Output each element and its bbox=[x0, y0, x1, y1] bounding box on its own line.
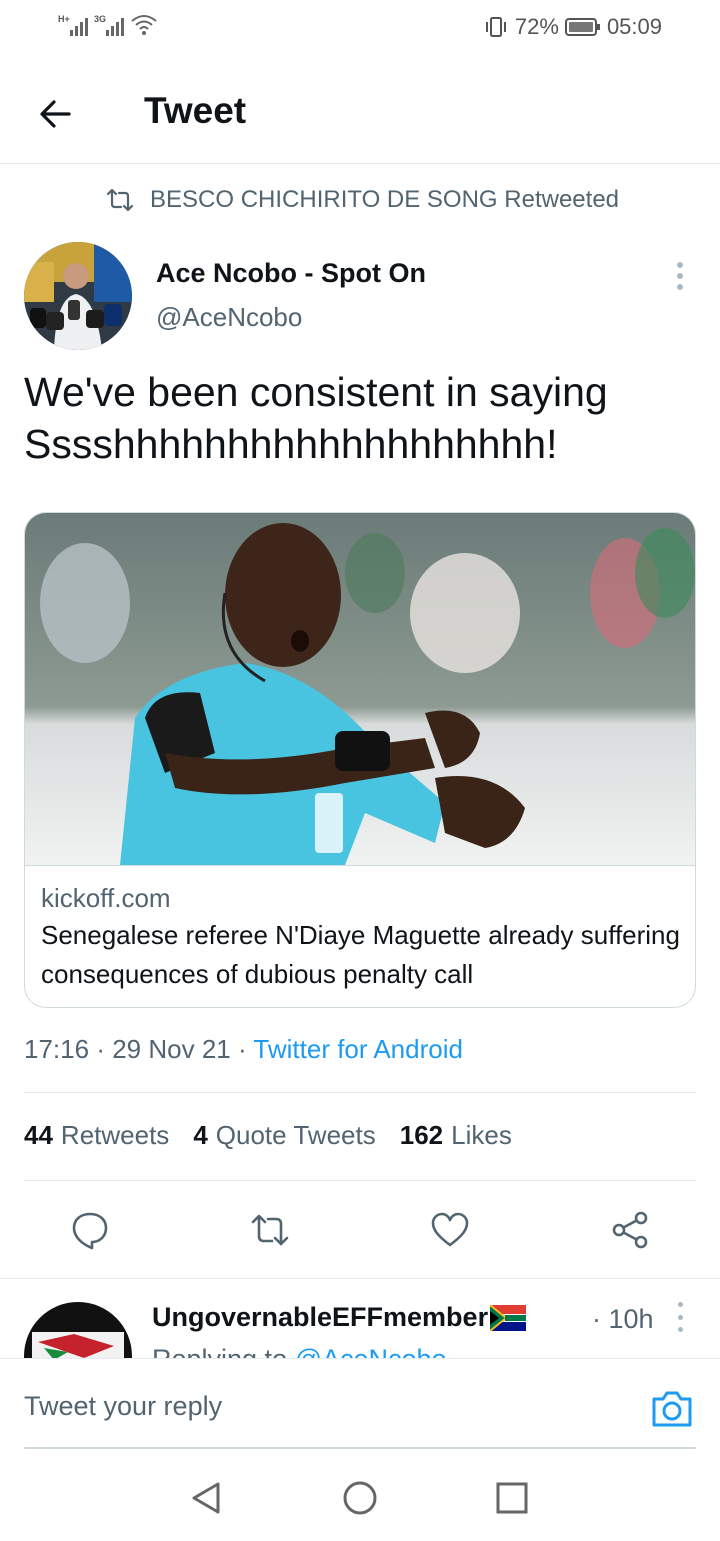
nav-back-icon[interactable] bbox=[186, 1478, 226, 1518]
likes-count: 162 bbox=[399, 1120, 444, 1150]
retweeted-by-label: BESCO CHICHIRITO DE SONG Retweeted bbox=[150, 186, 620, 213]
reply-button[interactable] bbox=[68, 1208, 112, 1252]
system-nav-bar bbox=[0, 1460, 720, 1541]
signal-3g-icon: 3G bbox=[94, 14, 124, 36]
retweet-small-icon bbox=[106, 188, 134, 212]
separator: · bbox=[96, 1034, 105, 1064]
divider bbox=[24, 1092, 696, 1093]
reply-icon bbox=[72, 1212, 108, 1250]
arrow-left-icon bbox=[40, 100, 71, 128]
camera-icon bbox=[652, 1391, 692, 1427]
status-right: 72% 05:09 bbox=[483, 14, 662, 40]
quotes-stat[interactable]: 4 Quote Tweets bbox=[193, 1120, 375, 1151]
clock: 05:09 bbox=[606, 14, 662, 39]
reply-avatar[interactable] bbox=[24, 1302, 132, 1358]
camera-button[interactable] bbox=[650, 1389, 694, 1429]
card-meta: kickoff.com Senegalese referee N'Diaye M… bbox=[25, 865, 695, 1007]
divider bbox=[0, 1278, 720, 1279]
author-handle[interactable]: @AceNcobo bbox=[156, 302, 302, 333]
nav-recents-icon[interactable] bbox=[492, 1478, 532, 1518]
retweet-button[interactable] bbox=[248, 1208, 292, 1252]
replying-prefix: Replying to bbox=[152, 1344, 295, 1358]
tweet-actions bbox=[0, 1200, 720, 1260]
tweet-stats: 44 Retweets 4 Quote Tweets 162 Likes bbox=[24, 1120, 512, 1151]
network-type-label: H+ bbox=[58, 14, 70, 24]
divider bbox=[24, 1180, 696, 1181]
likes-label: Likes bbox=[451, 1120, 512, 1150]
card-image bbox=[25, 513, 695, 865]
quotes-count: 4 bbox=[193, 1120, 208, 1150]
app-header: Tweet bbox=[0, 64, 720, 164]
network-type-label-2: 3G bbox=[94, 14, 107, 24]
reply-more-button[interactable] bbox=[672, 1302, 688, 1332]
tweet-timestamp: 17:16 · 29 Nov 21 · Twitter for Android bbox=[24, 1034, 463, 1065]
retweets-count: 44 bbox=[24, 1120, 53, 1150]
card-domain: kickoff.com bbox=[41, 883, 171, 913]
retweets-stat[interactable]: 44 Retweets bbox=[24, 1120, 169, 1151]
retweeted-by[interactable]: BESCO CHICHIRITO DE SONG Retweeted bbox=[106, 186, 619, 214]
signal-h-plus-icon: H+ bbox=[58, 14, 88, 36]
wifi-icon bbox=[131, 15, 157, 35]
back-button[interactable] bbox=[30, 89, 80, 139]
tweet-date: 29 Nov 21 bbox=[112, 1034, 231, 1064]
share-button[interactable] bbox=[608, 1208, 652, 1252]
vibrate-icon bbox=[485, 17, 506, 37]
more-dots-icon bbox=[677, 262, 683, 268]
reply-composer: Tweet your reply bbox=[0, 1358, 720, 1458]
page-title: Tweet bbox=[144, 90, 247, 131]
retweets-label: Retweets bbox=[60, 1120, 170, 1150]
nav-home-icon[interactable] bbox=[340, 1478, 380, 1518]
author-name[interactable]: Ace Ncobo - Spot On bbox=[156, 258, 426, 289]
replying-to: Replying to @AceNcobo bbox=[152, 1344, 552, 1358]
tweet-time: 17:16 bbox=[24, 1034, 90, 1064]
reply-input[interactable]: Tweet your reply bbox=[24, 1391, 222, 1422]
link-card[interactable]: kickoff.com Senegalese referee N'Diaye M… bbox=[24, 512, 696, 1008]
more-options-button[interactable] bbox=[668, 258, 692, 294]
south-africa-flag-icon bbox=[490, 1304, 527, 1331]
more-dots-icon bbox=[677, 1302, 683, 1307]
replying-to-clip: Replying to @AceNcobo bbox=[152, 1344, 552, 1358]
reply-time: · 10h bbox=[592, 1304, 654, 1334]
tweet-text: We've been consistent in saying Sssshhhh… bbox=[24, 369, 608, 467]
status-bar: H+ 3G 72% 05:09 bbox=[0, 0, 720, 56]
author-avatar[interactable] bbox=[24, 242, 132, 350]
battery-percent: 72% bbox=[514, 14, 559, 39]
quotes-label: Quote Tweets bbox=[215, 1120, 376, 1150]
share-icon bbox=[612, 1211, 648, 1249]
tweet-source-link[interactable]: Twitter for Android bbox=[253, 1034, 463, 1064]
battery-icon bbox=[564, 18, 600, 36]
reply-avatar-image bbox=[24, 1302, 132, 1358]
card-title: Senegalese referee N'Diaye Maguette alre… bbox=[41, 920, 680, 989]
retweet-icon bbox=[251, 1214, 289, 1246]
replying-handle[interactable]: @AceNcobo bbox=[295, 1344, 447, 1358]
signal-group: H+ 3G bbox=[58, 12, 158, 36]
reply-author-label: UngovernableEFFmember bbox=[152, 1302, 489, 1332]
heart-icon bbox=[431, 1212, 469, 1247]
separator: · bbox=[237, 1034, 247, 1064]
reply-author-name[interactable]: UngovernableEFFmember bbox=[152, 1302, 527, 1333]
composer-underline bbox=[24, 1447, 696, 1449]
likes-stat[interactable]: 162 Likes bbox=[400, 1120, 512, 1151]
like-button[interactable] bbox=[428, 1208, 472, 1252]
author-avatar-image bbox=[24, 242, 132, 350]
